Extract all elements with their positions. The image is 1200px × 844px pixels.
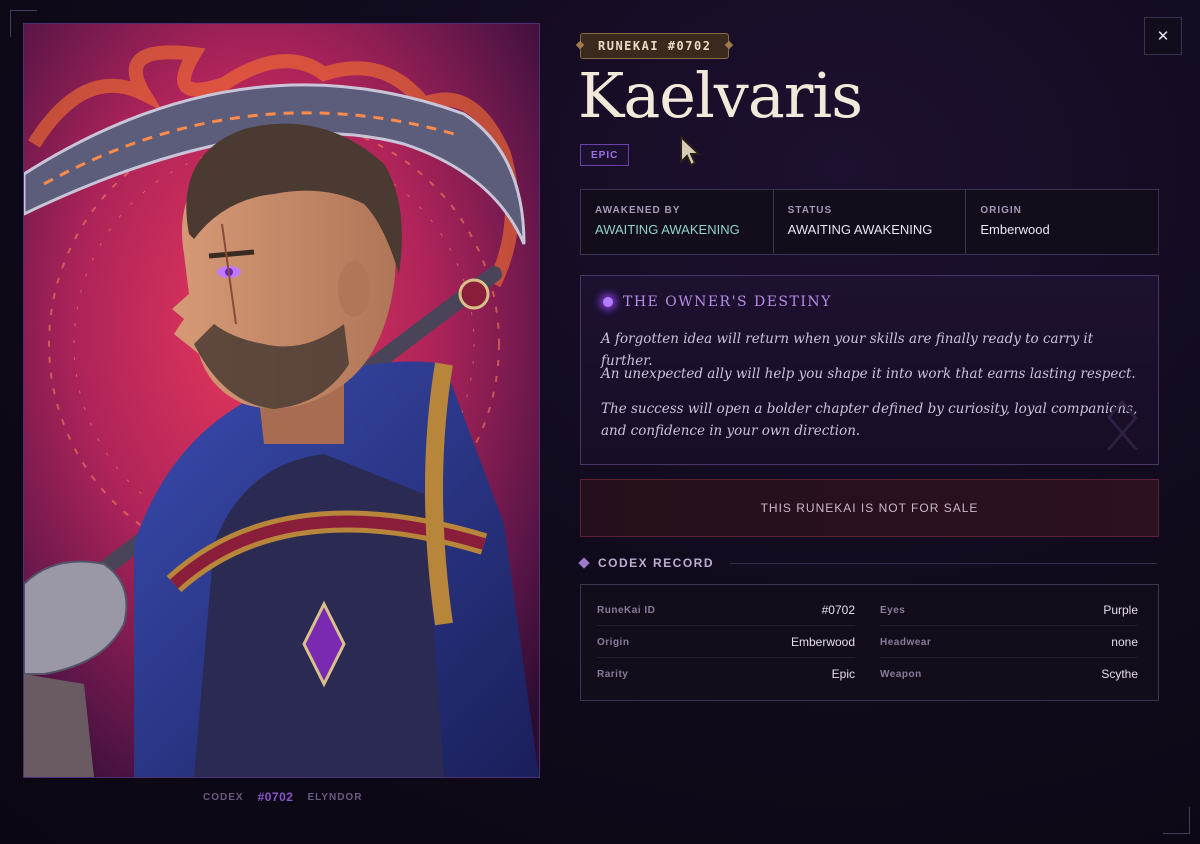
- runekai-id-badge: RUNEKAI #0702: [580, 33, 730, 59]
- record-row: Weapon Scythe: [880, 659, 1138, 689]
- record-row: Origin Emberwood: [597, 627, 855, 658]
- record-value: none: [1111, 635, 1138, 649]
- destiny-paragraph: The success will open a bolder chapter d…: [601, 401, 1138, 439]
- info-value: AWAITING AWAKENING: [787, 222, 933, 237]
- caption-right: ELYNDOR: [307, 791, 363, 803]
- record-key: Eyes: [880, 604, 906, 616]
- character-name: Kaelvaris: [578, 59, 863, 132]
- codex-diamond-icon: [578, 557, 590, 569]
- info-strip: AWAKENED BY AWAITING AWAKENING STATUS AW…: [580, 189, 1159, 255]
- record-row: Eyes Purple: [880, 595, 1138, 626]
- info-label: AWAKENED BY: [595, 205, 681, 216]
- rarity-tag: EPIC: [580, 144, 630, 166]
- record-row: Rarity Epic: [597, 659, 855, 689]
- record-value: Epic: [831, 667, 855, 681]
- portrait-illustration: [24, 24, 539, 777]
- info-origin: ORIGIN Emberwood: [966, 190, 1158, 254]
- record-key: Weapon: [880, 668, 922, 680]
- portrait-caption: CODEX #0702 ELYNDOR: [203, 790, 362, 804]
- codex-record-title: CODEX RECORD: [598, 556, 715, 570]
- record-key: RuneKai ID: [597, 604, 656, 616]
- caption-left: CODEX: [203, 791, 244, 803]
- rune-watermark-icon: ᛟ: [1100, 380, 1144, 464]
- info-status: STATUS AWAITING AWAKENING: [774, 190, 967, 254]
- info-awakened-by: AWAKENED BY AWAITING AWAKENING: [581, 190, 774, 254]
- destiny-header: THE OWNER'S DESTINY: [603, 294, 832, 310]
- divider: [730, 562, 1157, 564]
- collar-trim: [425, 362, 453, 626]
- codex-record-heading: CODEX RECORD: [578, 555, 1157, 571]
- arm: [24, 674, 94, 777]
- caption-number: #0702: [257, 790, 294, 804]
- close-button[interactable]: ✕: [1144, 17, 1182, 55]
- character-portrait: [23, 23, 540, 778]
- destiny-paragraph: An unexpected ally will help you shape i…: [601, 366, 1136, 382]
- character-detail-modal: CODEX #0702 ELYNDOR RUNEKAI #0702 Kaelva…: [0, 0, 1200, 844]
- destiny-panel: THE OWNER'S DESTINY A forgotten idea wil…: [580, 275, 1159, 465]
- close-icon: ✕: [1156, 28, 1170, 45]
- codex-record-table: RuneKai ID #0702 Origin Emberwood Rarity…: [580, 584, 1159, 701]
- destiny-title: THE OWNER'S DESTINY: [623, 294, 832, 310]
- record-key: Rarity: [597, 668, 629, 680]
- destiny-orb-icon: [603, 297, 613, 307]
- info-label: STATUS: [787, 205, 833, 216]
- info-value: AWAITING AWAKENING: [595, 222, 740, 237]
- record-value: Purple: [1103, 603, 1138, 617]
- ear: [338, 261, 370, 317]
- record-row: RuneKai ID #0702: [597, 595, 855, 626]
- record-value: #0702: [821, 603, 855, 617]
- scythe-gem: [458, 278, 490, 310]
- frame-corner-bottom-right: [1163, 807, 1190, 834]
- record-key: Headwear: [880, 636, 932, 648]
- record-key: Origin: [597, 636, 630, 648]
- record-value: Scythe: [1101, 667, 1138, 681]
- info-label: ORIGIN: [980, 205, 1022, 216]
- record-value: Emberwood: [790, 635, 855, 649]
- info-value: Emberwood: [980, 222, 1050, 237]
- pointer-cursor-icon: [680, 134, 702, 167]
- record-row: Headwear none: [880, 627, 1138, 658]
- not-for-sale-banner: THIS RUNEKAI IS NOT FOR SALE: [580, 479, 1159, 537]
